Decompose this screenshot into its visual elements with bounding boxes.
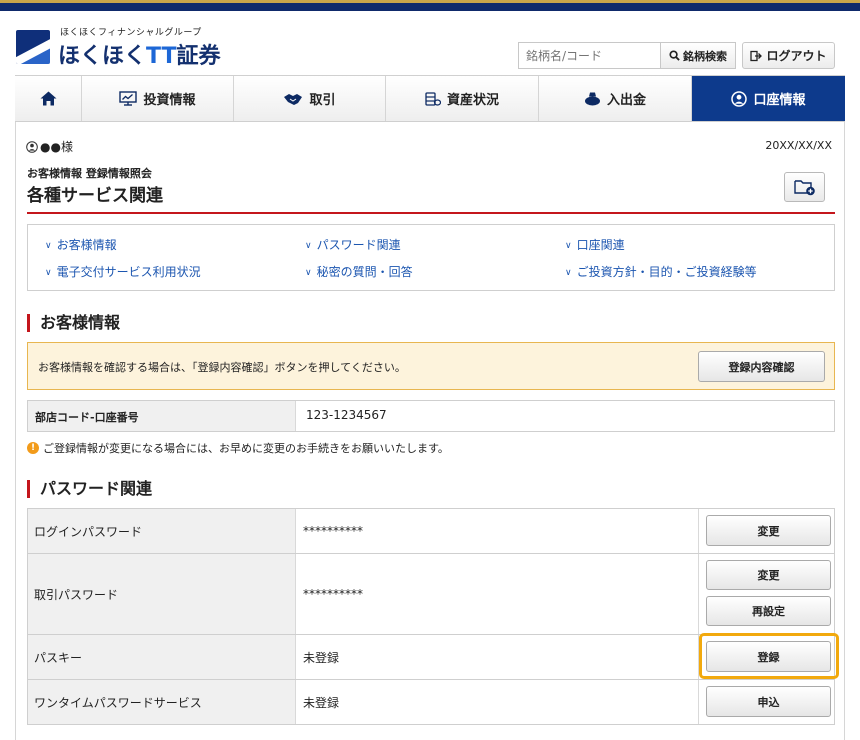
login-password-value: ********** [296, 509, 699, 553]
change-warning: ! ご登録情報が変更になる場合には、お早めに変更のお手続きをお願いいたします。 [27, 440, 449, 456]
main-content: ●●様 20XX/XX/XX お客様情報 登録情報照会 各種サービス関連 お客様… [15, 122, 845, 740]
nav-trade[interactable]: 取引 [234, 76, 386, 121]
nav-deposit-withdraw-label: 入出金 [606, 93, 646, 108]
account-number-row: 部店コード-口座番号 123-1234567 [27, 400, 835, 432]
trade-password-label: 取引パスワード [28, 554, 296, 634]
user-greeting: ●●様 [26, 138, 73, 155]
user-name: ●●様 [40, 140, 73, 154]
account-number-label: 部店コード-口座番号 [28, 401, 296, 431]
table-row: ログインパスワード ********** 変更 [28, 509, 834, 554]
logout-icon [750, 50, 763, 61]
logo-name-prefix: ほくほく [58, 44, 147, 69]
nav-home[interactable] [15, 76, 82, 121]
stock-search-label: 銘柄検索 [683, 49, 727, 63]
confirm-notice: お客様情報を確認する場合は、「登録内容確認」ボタンを押してください。 登録内容確… [27, 342, 835, 390]
section-link-box: お客様情報 パスワード関連 口座関連 電子交付サービス利用状況 秘密の質問・回答… [27, 224, 835, 291]
change-login-password-button[interactable]: 変更 [706, 515, 831, 546]
folder-add-icon [793, 180, 815, 196]
table-row: ワンタイムパスワードサービス 未登録 申込 [28, 680, 834, 724]
confirm-notice-text: お客様情報を確認する場合は、「登録内容確認」ボタンを押してください。 [38, 361, 406, 374]
login-password-actions: 変更 [699, 509, 834, 553]
reset-trade-password-button[interactable]: 再設定 [706, 596, 831, 626]
brand-logo[interactable]: ほくほくフィナンシャルグループ ほくほくTT証券 [16, 25, 221, 69]
logout-label: ログアウト [766, 49, 827, 63]
confirm-registration-button[interactable]: 登録内容確認 [698, 351, 825, 382]
nav-investment-info-label: 投資情報 [143, 93, 196, 108]
link-e-delivery[interactable]: 電子交付サービス利用状況 [45, 263, 201, 280]
section-heading-customer: お客様情報 [27, 314, 120, 332]
user-icon [26, 140, 38, 153]
trade-password-actions: 変更 再設定 [699, 554, 834, 634]
header: ほくほくフィナンシャルグループ ほくほくTT証券 銘柄検索 ログアウト [0, 11, 860, 75]
breadcrumb: お客様情報 登録情報照会 [27, 167, 152, 180]
trade-password-value: ********** [296, 554, 699, 634]
top-accent-bar [0, 0, 860, 11]
change-trade-password-button[interactable]: 変更 [706, 560, 831, 590]
page-title: 各種サービス関連 [27, 186, 163, 206]
logo-mark-icon [16, 30, 50, 64]
add-to-folder-button[interactable] [784, 172, 825, 202]
login-password-label: ログインパスワード [28, 509, 296, 553]
passkey-value: 未登録 [296, 635, 699, 679]
logo-company-name: ほくほくTT証券 [58, 38, 221, 70]
nav-assets-label: 資産状況 [446, 93, 499, 108]
change-warning-text: ご登録情報が変更になる場合には、お早めに変更のお手続きをお願いいたします。 [43, 442, 449, 455]
coins-icon [425, 92, 441, 106]
link-secret-question[interactable]: 秘密の質問・回答 [305, 263, 413, 280]
register-passkey-button[interactable]: 登録 [706, 641, 831, 672]
nav-deposit-withdraw[interactable]: 入出金 [539, 76, 692, 121]
user-circle-icon [731, 90, 748, 107]
onetime-password-actions: 申込 [699, 680, 834, 724]
logo-group-name: ほくほくフィナンシャルグループ [60, 28, 202, 38]
link-investment-policy[interactable]: ご投資方針・目的・ご投資経験等 [565, 263, 757, 280]
onetime-password-value: 未登録 [296, 680, 699, 724]
main-nav: 投資情報 取引 資産状況 入出金 口座情報 [15, 75, 845, 122]
logout-button[interactable]: ログアウト [742, 42, 835, 69]
stock-search-input[interactable] [518, 42, 660, 69]
apply-onetime-password-button[interactable]: 申込 [706, 686, 831, 717]
logo-name-suffix: 証券 [176, 44, 221, 69]
monitor-chart-icon [119, 91, 138, 106]
nav-account-info-label: 口座情報 [753, 93, 806, 108]
nav-assets[interactable]: 資産状況 [386, 76, 539, 121]
password-table: ログインパスワード ********** 変更 取引パスワード ********… [27, 508, 835, 725]
link-account[interactable]: 口座関連 [565, 236, 625, 253]
title-divider [27, 212, 835, 214]
table-row: 取引パスワード ********** 変更 再設定 [28, 554, 834, 635]
nav-investment-info[interactable]: 投資情報 [82, 76, 234, 121]
passkey-actions: 登録 [699, 635, 834, 679]
search-icon [669, 50, 680, 61]
alert-icon: ! [27, 442, 39, 454]
nav-trade-label: 取引 [309, 93, 336, 108]
stock-search-button[interactable]: 銘柄検索 [660, 42, 736, 69]
section-heading-password: パスワード関連 [27, 480, 152, 498]
handshake-icon [284, 93, 303, 105]
account-number-value: 123-1234567 [306, 408, 387, 422]
link-password[interactable]: パスワード関連 [305, 236, 401, 253]
link-customer-info[interactable]: お客様情報 [45, 236, 117, 253]
logo-name-tt: TT [146, 44, 177, 69]
nav-account-info[interactable]: 口座情報 [692, 76, 845, 121]
passkey-label: パスキー [28, 635, 296, 679]
onetime-password-label: ワンタイムパスワードサービス [28, 680, 296, 724]
home-icon [40, 91, 56, 106]
money-bag-icon [584, 92, 600, 106]
current-date: 20XX/XX/XX [765, 139, 832, 152]
table-row: パスキー 未登録 登録 [28, 635, 834, 680]
